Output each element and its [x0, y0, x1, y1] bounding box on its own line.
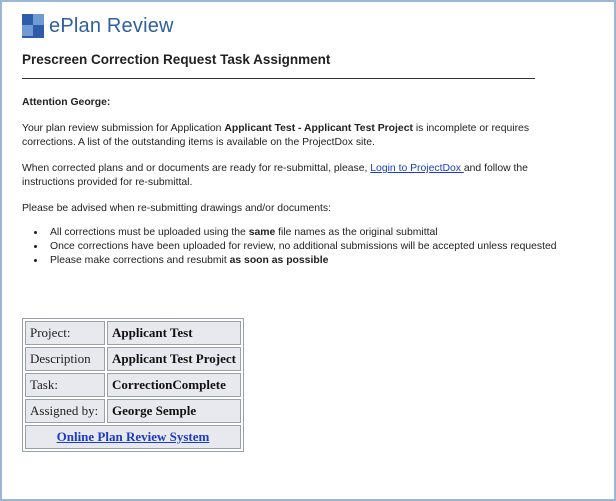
app-header: ePlan Review: [22, 14, 174, 38]
table-row: Description Applicant Test Project: [25, 347, 241, 371]
system-link-cell: Online Plan Review System: [25, 425, 241, 449]
resubmittal-paragraph: When corrected plans and or documents ar…: [22, 162, 582, 190]
login-projectdox-link[interactable]: Login to ProjectDox: [370, 163, 464, 174]
submission-text-start: Your plan review submission for Applicat…: [22, 123, 225, 134]
list-item: Please make corrections and resubmit as …: [46, 254, 582, 268]
bullet3-emphasis: as soon as possible: [229, 255, 329, 266]
assigned-by-label: Assigned by:: [25, 399, 105, 423]
task-label: Task:: [25, 373, 105, 397]
list-item: Once corrections have been uploaded for …: [46, 240, 582, 254]
title-divider: [22, 78, 535, 79]
submission-paragraph: Your plan review submission for Applicat…: [22, 122, 582, 150]
online-plan-review-link[interactable]: Online Plan Review System: [57, 429, 210, 444]
task-summary-table: Project: Applicant Test Description Appl…: [22, 318, 244, 452]
task-value: CorrectionComplete: [107, 373, 241, 397]
bullet1-text-start: All corrections must be uploaded using t…: [50, 227, 249, 238]
bullet3-text-start: Please make corrections and resubmit: [50, 255, 230, 266]
bullet1-text-end: file names as the original submittal: [275, 227, 438, 238]
description-label: Description: [25, 347, 105, 371]
list-item: All corrections must be uploaded using t…: [46, 226, 582, 240]
table-row: Task: CorrectionComplete: [25, 373, 241, 397]
table-row: Assigned by: George Semple: [25, 399, 241, 423]
description-value: Applicant Test Project: [107, 347, 241, 371]
advisory-paragraph: Please be advised when re-submitting dra…: [22, 203, 332, 214]
project-label: Project:: [25, 321, 105, 345]
attention-line: Attention George:: [22, 97, 111, 108]
application-name: Applicant Test - Applicant Test Project: [224, 123, 413, 134]
app-name: ePlan Review: [49, 14, 174, 37]
eplan-review-logo-icon: [22, 14, 44, 38]
instruction-list: All corrections must be uploaded using t…: [22, 226, 582, 268]
message-body: Attention George: Your plan review submi…: [22, 96, 582, 268]
resubmittal-text-start: When corrected plans and or documents ar…: [22, 163, 371, 174]
assigned-by-value: George Semple: [107, 399, 241, 423]
page-title: Prescreen Correction Request Task Assign…: [22, 52, 331, 67]
project-value: Applicant Test: [107, 321, 241, 345]
table-row: Online Plan Review System: [25, 425, 241, 449]
table-row: Project: Applicant Test: [25, 321, 241, 345]
bullet1-emphasis: same: [248, 227, 276, 238]
